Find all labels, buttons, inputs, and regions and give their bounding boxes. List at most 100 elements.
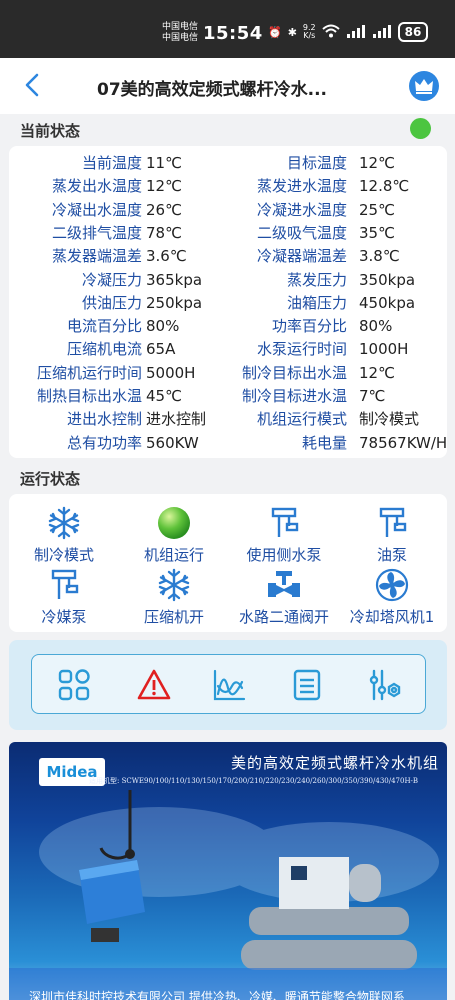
param-row: 制热目标出水温 45℃ 制冷目标进水温 7℃ [9, 385, 447, 408]
param-value: 12℃ [359, 363, 395, 382]
crown-icon [415, 79, 433, 94]
param-value: 12℃ [146, 177, 182, 196]
run-item-label: 冷却塔风机1 [349, 608, 435, 626]
param-value: 365kpa [146, 270, 203, 289]
param-label: 二级吸气温度 [256, 223, 347, 242]
param-label: 蒸发进水温度 [256, 177, 347, 196]
alarm-icon: ⏰ [268, 25, 282, 39]
run-item-refrigerant-pump: 冷媒泵 [9, 568, 119, 627]
clock: 15:54 [203, 23, 263, 44]
run-item-label: 油泵 [376, 546, 407, 564]
overview-button[interactable] [57, 668, 91, 702]
valve-icon [267, 568, 301, 602]
fan-icon [375, 568, 409, 602]
bluetooth-icon: ✱ [287, 25, 297, 39]
banner-footer: 深圳市佳科时控技术有限公司 提供冷热、冷媒、暖通节能整合物联网系 [29, 990, 405, 1000]
param-value: 制冷模式 [359, 410, 420, 429]
param-value: 35℃ [359, 223, 395, 242]
run-item-label: 制冷模式 [33, 546, 94, 564]
param-row: 进出水控制 进水控制 机组运行模式 制冷模式 [9, 408, 447, 431]
current-status-card: 当前温度 11℃ 目标温度 12℃ 蒸发出水温度 12℃ 蒸发进水温度 12.8℃ 冷凝出水温度… [9, 146, 447, 458]
run-item-label: 冷媒泵 [41, 608, 87, 626]
param-row: 蒸发器端温差 3.6℃ 冷凝器端温差 3.8℃ [9, 245, 447, 268]
alarm-button[interactable] [137, 668, 171, 702]
param-row: 电流百分比 80% 功率百分比 80% [9, 315, 447, 338]
param-label: 功率百分比 [271, 317, 347, 336]
param-label: 二级排气温度 [51, 223, 142, 242]
trend-button[interactable] [212, 668, 246, 702]
product-banner[interactable]: Midea 美的高效定频式螺杆冷水机组 适用机型: SCWE90/100/110… [9, 742, 447, 1000]
list-icon [293, 669, 321, 701]
param-label: 当前温度 [81, 154, 142, 172]
run-item-cooling-tower-fan: 冷却塔风机1 [337, 568, 447, 627]
param-row: 当前温度 11℃ 目标温度 12℃ [9, 152, 447, 175]
param-value: 65A [146, 340, 176, 359]
online-status-indicator [410, 118, 431, 139]
param-label: 水泵运行时间 [256, 340, 347, 359]
pump-icon [267, 506, 301, 540]
carrier-info: 中国电信 中国电信 [162, 22, 198, 44]
param-label: 制冷目标出水温 [241, 363, 347, 382]
wifi-icon [321, 24, 340, 41]
pump-icon [375, 506, 409, 540]
settings-sliders-icon [369, 669, 401, 701]
back-button[interactable] [18, 70, 48, 100]
param-label: 冷凝出水温度 [51, 200, 142, 219]
param-label: 供油压力 [81, 293, 142, 312]
param-value: 12℃ [359, 154, 395, 172]
param-value: 3.8℃ [359, 247, 400, 266]
param-value: 5000H [146, 363, 196, 382]
gateway-device-image [9, 790, 447, 1000]
warning-icon [137, 669, 171, 700]
snowflake-icon [157, 568, 191, 602]
run-item-label: 机组运行 [143, 546, 204, 564]
param-label: 耗电量 [301, 433, 347, 452]
param-row: 压缩机电流 65A 水泵运行时间 1000H [9, 338, 447, 361]
battery-indicator: 86 [397, 22, 429, 42]
settings-button[interactable] [368, 668, 402, 702]
param-label: 压缩机电流 [66, 340, 142, 359]
system-status-bar: 中国电信 中国电信 15:54 ⏰ ✱ 9.2 K/s 86 [0, 0, 455, 58]
current-status-heading: 当前状态 [20, 122, 81, 140]
pump-icon [47, 568, 81, 602]
vip-button[interactable] [409, 71, 439, 101]
param-row: 冷凝压力 365kpa 蒸发压力 350kpa [9, 269, 447, 292]
nav-bar: 07美的高效定频式螺杆冷水... [0, 58, 455, 114]
run-item-unit-running: 机组运行 [119, 506, 229, 565]
param-row: 蒸发出水温度 12℃ 蒸发进水温度 12.8℃ [9, 175, 447, 198]
run-item-compressor-on: 压缩机开 [119, 568, 229, 627]
param-row: 二级排气温度 78℃ 二级吸气温度 35℃ [9, 222, 447, 245]
run-status-card: 制冷模式 机组运行 使用侧水泵 油泵 冷媒泵 压缩机开 水路二通阀开 冷却塔风机… [9, 494, 447, 632]
param-value: 25℃ [359, 200, 395, 219]
param-value: 45℃ [146, 387, 182, 405]
param-label: 蒸发出水温度 [51, 177, 142, 196]
param-label: 冷凝器端温差 [256, 247, 347, 266]
carrier-1: 中国电信 [162, 22, 199, 32]
param-value: 进水控制 [146, 410, 207, 429]
records-button[interactable] [290, 668, 324, 702]
run-status-heading: 运行状态 [20, 470, 81, 488]
param-value: 450kpa [359, 293, 416, 312]
param-label: 制热目标出水温 [36, 387, 142, 405]
param-label: 蒸发器端温差 [51, 247, 142, 266]
carrier-2: 中国电信 [162, 33, 199, 43]
param-value: 350kpa [359, 270, 416, 289]
param-value: 12.8℃ [359, 177, 410, 196]
param-value: 560KW [146, 433, 199, 452]
run-item-two-way-valve: 水路二通阀开 [229, 568, 339, 627]
signal-4g-icon [372, 24, 392, 41]
param-value: 78567KW/H [359, 433, 448, 452]
param-label: 冷凝进水温度 [256, 200, 347, 219]
param-row: 冷凝出水温度 26℃ 冷凝进水温度 25℃ [9, 199, 447, 222]
param-row: 供油压力 250kpa 油箱压力 450kpa [9, 292, 447, 315]
page-title: 07美的高效定频式螺杆冷水... [96, 80, 328, 100]
status-icons: ⏰ ✱ 9.2 K/s 86 [268, 22, 429, 42]
param-label: 蒸发压力 [286, 270, 347, 289]
run-item-cooling-mode: 制冷模式 [9, 506, 119, 565]
param-value: 1000H [359, 340, 409, 359]
param-label: 机组运行模式 [256, 410, 347, 429]
run-item-label: 压缩机开 [143, 608, 204, 626]
param-value: 11℃ [146, 154, 182, 172]
param-value: 3.6℃ [146, 247, 187, 266]
green-ball-icon [157, 506, 191, 540]
